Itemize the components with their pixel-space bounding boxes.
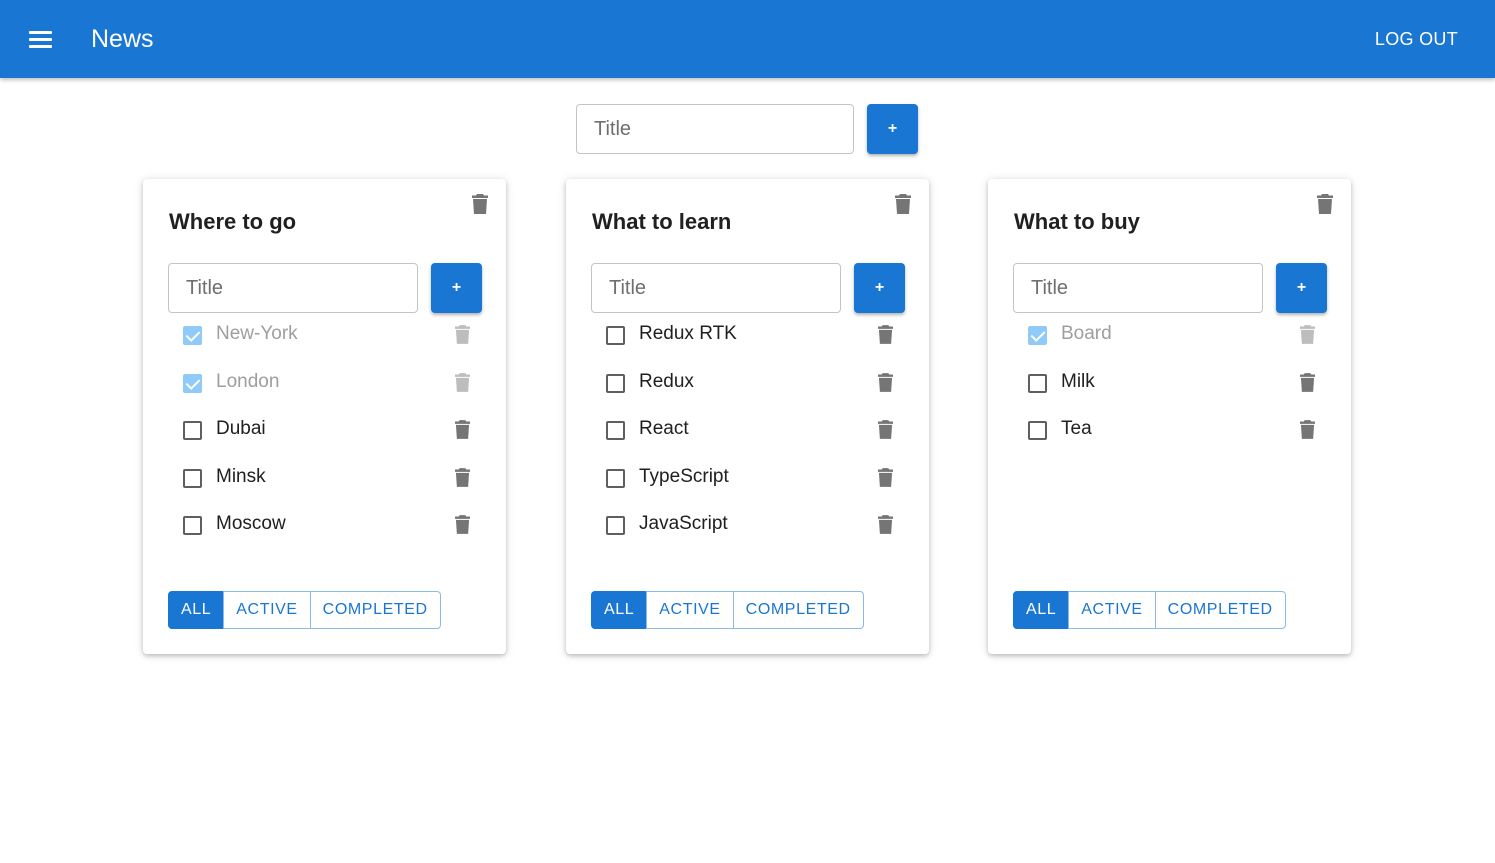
task-label: New-York bbox=[216, 323, 298, 344]
task-item: New-York bbox=[180, 318, 480, 352]
task-checkbox[interactable] bbox=[1028, 421, 1047, 440]
task-checkbox[interactable] bbox=[606, 516, 625, 535]
task-checkbox[interactable] bbox=[183, 469, 202, 488]
add-task-button[interactable]: + bbox=[431, 263, 482, 313]
task-label: Milk bbox=[1061, 371, 1095, 392]
delete-task-icon[interactable] bbox=[1300, 325, 1315, 344]
card-title: What to buy bbox=[1014, 209, 1140, 234]
app-title: News bbox=[91, 25, 154, 53]
task-item: Dubai bbox=[180, 413, 480, 447]
task-title-input[interactable] bbox=[591, 263, 841, 313]
filter-completed-button[interactable]: COMPLETED bbox=[1154, 591, 1286, 629]
menu-icon[interactable] bbox=[20, 19, 60, 59]
add-task-button[interactable]: + bbox=[1276, 263, 1327, 313]
filter-completed-button[interactable]: COMPLETED bbox=[309, 591, 441, 629]
task-item: Milk bbox=[1025, 366, 1325, 400]
filter-completed-button[interactable]: COMPLETED bbox=[732, 591, 864, 629]
task-item: Redux bbox=[603, 366, 903, 400]
add-task-button[interactable]: + bbox=[854, 263, 905, 313]
delete-list-icon[interactable] bbox=[895, 194, 911, 214]
task-item: London bbox=[180, 366, 480, 400]
todolist-card-where-to-go: Where to go + New-York London Dubai Mins… bbox=[143, 179, 506, 654]
add-list-button[interactable]: + bbox=[867, 104, 918, 154]
delete-task-icon[interactable] bbox=[878, 420, 893, 439]
todolist-card-what-to-learn: What to learn + Redux RTK Redux React Ty… bbox=[566, 179, 929, 654]
task-item: Moscow bbox=[180, 508, 480, 542]
task-checkbox[interactable] bbox=[1028, 374, 1047, 393]
logout-button[interactable]: LOG OUT bbox=[1375, 28, 1458, 50]
filter-group: ALL ACTIVE COMPLETED bbox=[168, 591, 441, 629]
task-label: London bbox=[216, 371, 280, 392]
task-checkbox[interactable] bbox=[606, 326, 625, 345]
delete-task-icon[interactable] bbox=[878, 515, 893, 534]
task-checkbox[interactable] bbox=[1028, 326, 1047, 345]
delete-task-icon[interactable] bbox=[455, 515, 470, 534]
delete-task-icon[interactable] bbox=[878, 468, 893, 487]
filter-group: ALL ACTIVE COMPLETED bbox=[591, 591, 864, 629]
delete-task-icon[interactable] bbox=[455, 468, 470, 487]
task-label: Tea bbox=[1061, 418, 1092, 439]
task-checkbox[interactable] bbox=[183, 326, 202, 345]
task-checkbox[interactable] bbox=[606, 469, 625, 488]
filter-all-button[interactable]: ALL bbox=[1013, 591, 1070, 629]
new-list-title-input[interactable] bbox=[576, 104, 854, 154]
task-label: Redux RTK bbox=[639, 323, 737, 344]
filter-all-button[interactable]: ALL bbox=[591, 591, 648, 629]
task-checkbox[interactable] bbox=[183, 516, 202, 535]
task-checkbox[interactable] bbox=[606, 421, 625, 440]
task-item: JavaScript bbox=[603, 508, 903, 542]
task-label: TypeScript bbox=[639, 466, 729, 487]
card-title: Where to go bbox=[169, 209, 297, 234]
filter-all-button[interactable]: ALL bbox=[168, 591, 225, 629]
task-item: TypeScript bbox=[603, 461, 903, 495]
task-label: Dubai bbox=[216, 418, 266, 439]
task-label: Moscow bbox=[216, 513, 286, 534]
delete-list-icon[interactable] bbox=[1317, 194, 1333, 214]
task-checkbox[interactable] bbox=[606, 374, 625, 393]
delete-task-icon[interactable] bbox=[878, 373, 893, 392]
task-item: Redux RTK bbox=[603, 318, 903, 352]
delete-task-icon[interactable] bbox=[1300, 373, 1315, 392]
task-label: React bbox=[639, 418, 689, 439]
delete-list-icon[interactable] bbox=[472, 194, 488, 214]
filter-active-button[interactable]: ACTIVE bbox=[1068, 591, 1156, 629]
app-bar: News LOG OUT bbox=[0, 0, 1495, 78]
task-label: JavaScript bbox=[639, 513, 728, 534]
delete-task-icon[interactable] bbox=[455, 325, 470, 344]
task-title-input[interactable] bbox=[168, 263, 418, 313]
task-item: Minsk bbox=[180, 461, 480, 495]
task-label: Minsk bbox=[216, 466, 266, 487]
delete-task-icon[interactable] bbox=[878, 325, 893, 344]
delete-task-icon[interactable] bbox=[455, 373, 470, 392]
filter-active-button[interactable]: ACTIVE bbox=[223, 591, 311, 629]
task-checkbox[interactable] bbox=[183, 374, 202, 393]
card-title: What to learn bbox=[592, 209, 732, 234]
task-item: React bbox=[603, 413, 903, 447]
task-checkbox[interactable] bbox=[183, 421, 202, 440]
delete-task-icon[interactable] bbox=[1300, 420, 1315, 439]
task-item: Tea bbox=[1025, 413, 1325, 447]
task-label: Redux bbox=[639, 371, 694, 392]
filter-active-button[interactable]: ACTIVE bbox=[646, 591, 734, 629]
todolist-card-what-to-buy: What to buy + Board Milk Tea ALL ACTIVE … bbox=[988, 179, 1351, 654]
filter-group: ALL ACTIVE COMPLETED bbox=[1013, 591, 1286, 629]
task-label: Board bbox=[1061, 323, 1112, 344]
task-title-input[interactable] bbox=[1013, 263, 1263, 313]
delete-task-icon[interactable] bbox=[455, 420, 470, 439]
task-item: Board bbox=[1025, 318, 1325, 352]
